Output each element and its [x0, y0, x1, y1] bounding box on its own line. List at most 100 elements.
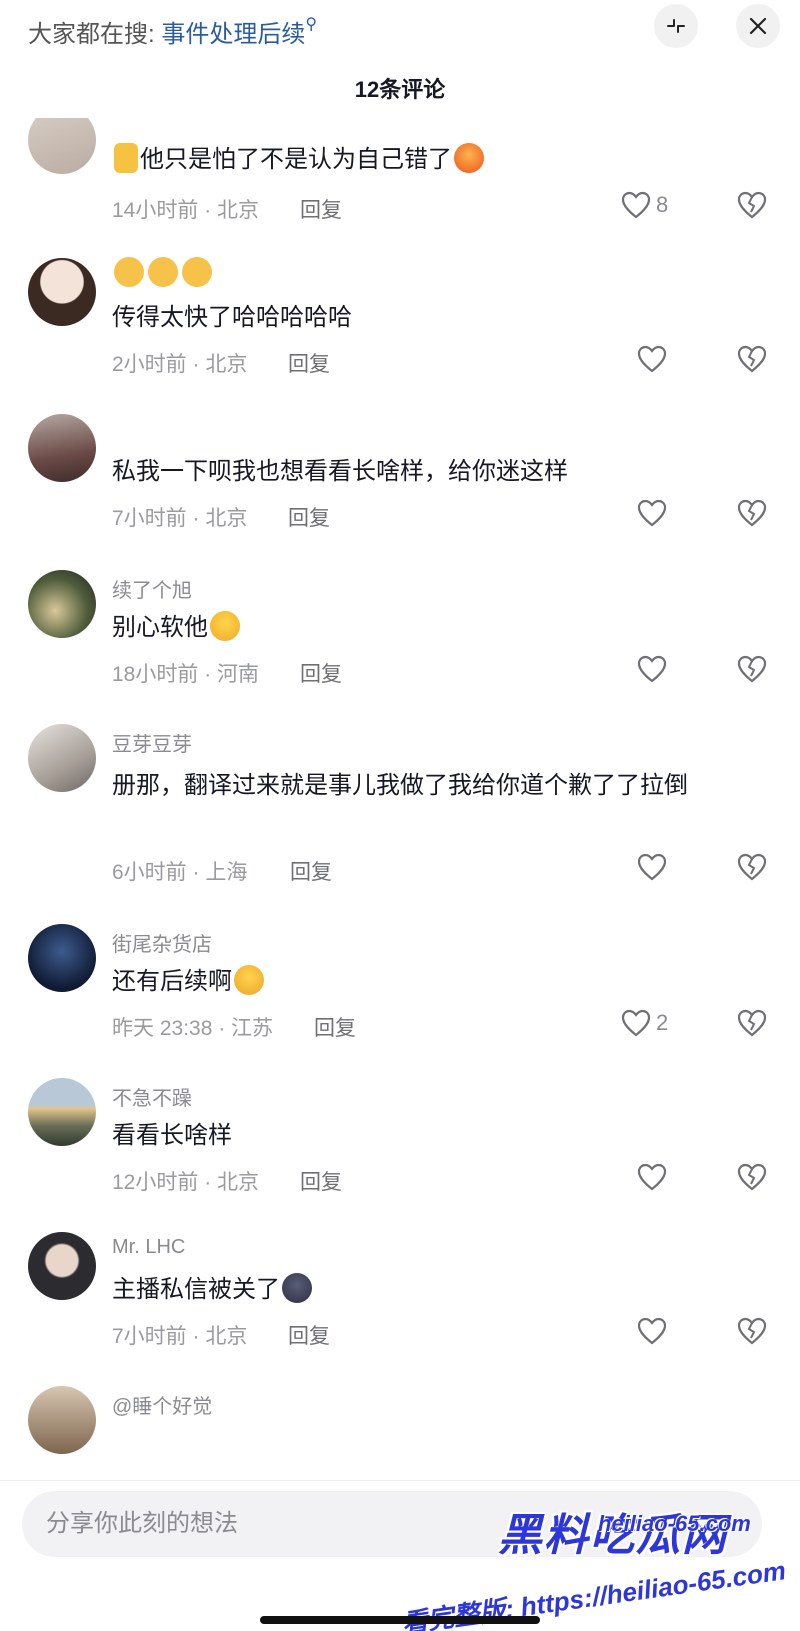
comment-text: 册那，翻译过来就是事儿我做了我给你道个歉了了拉倒: [112, 772, 688, 799]
reply-button[interactable]: 回复: [300, 194, 342, 224]
avatar[interactable]: [28, 924, 96, 992]
angry-face-icon: [454, 143, 484, 173]
comment-nickname[interactable]: 街尾杂货店: [112, 928, 212, 957]
comment-item: 他只是怕了不是认为自己错了 14小时前 · 北京 回复 8: [0, 118, 800, 268]
dislike-button[interactable]: [736, 498, 768, 533]
laughing-crying-icon: [210, 611, 240, 641]
like-button[interactable]: [636, 344, 668, 374]
broken-heart-icon: [737, 1317, 767, 1345]
avatar[interactable]: [28, 1232, 96, 1300]
broken-heart-icon: [737, 655, 767, 683]
like-button[interactable]: 2: [620, 1008, 668, 1038]
avatar[interactable]: [28, 1386, 96, 1454]
like-button[interactable]: 8: [620, 190, 668, 220]
comment-nickname[interactable]: 不急不躁: [112, 1082, 192, 1111]
heart-icon: [637, 655, 667, 683]
comment-item: 传得太快了哈哈哈哈哈 2小时前 · 北京 回复: [0, 256, 800, 406]
reply-button[interactable]: 回复: [300, 658, 342, 688]
like-button[interactable]: [636, 654, 668, 684]
avatar[interactable]: [28, 258, 96, 326]
reply-button[interactable]: 回复: [314, 1012, 356, 1042]
broken-heart-icon: [737, 499, 767, 527]
comment-meta: 2小时前 · 北京: [112, 353, 248, 376]
watermark-url: heiliao-65.com: [598, 1511, 751, 1536]
like-button[interactable]: [636, 1316, 668, 1346]
avatar[interactable]: [28, 414, 96, 482]
comment-meta: 18小时前 · 河南: [112, 663, 260, 686]
heart-icon: [637, 853, 667, 881]
like-button[interactable]: [636, 498, 668, 528]
comment-item: Mr. LHC 主播私信被关了 7小时前 · 北京 回复: [0, 1232, 800, 1382]
broken-heart-icon: [737, 1009, 767, 1037]
avatar[interactable]: [28, 570, 96, 638]
search-suggestion[interactable]: 大家都在搜: 事件处理后续⚲: [28, 14, 317, 49]
heart-icon: [637, 345, 667, 373]
comment-text: 传得太快了哈哈哈哈哈: [112, 304, 352, 331]
comment-meta: 7小时前 · 北京: [112, 507, 248, 530]
dislike-button[interactable]: [736, 1316, 768, 1351]
top-bar: 大家都在搜: 事件处理后续⚲: [0, 0, 800, 56]
heart-icon: [637, 1163, 667, 1191]
shocked-face-icon: [148, 257, 178, 287]
avatar[interactable]: [28, 1078, 96, 1146]
comment-text: 别心软他: [112, 610, 752, 646]
comment-item: @睡个好觉: [0, 1386, 800, 1478]
broken-heart-icon: [737, 853, 767, 881]
dislike-button[interactable]: [736, 190, 768, 225]
reply-button[interactable]: 回复: [290, 856, 332, 886]
comment-item: 街尾杂货店 还有后续啊 昨天 23:38 · 江苏 回复 2: [0, 924, 800, 1074]
comment-nickname[interactable]: 续了个旭: [112, 574, 192, 603]
dislike-button[interactable]: [736, 1008, 768, 1043]
comment-item: 不急不躁 看看长啥样 12小时前 · 北京 回复: [0, 1078, 800, 1228]
dislike-button[interactable]: [736, 1162, 768, 1197]
broken-heart-icon: [737, 191, 767, 219]
heart-icon: [621, 191, 651, 219]
broken-heart-icon: [737, 1163, 767, 1191]
reply-button[interactable]: 回复: [300, 1166, 342, 1196]
thinking-face-icon: [234, 965, 264, 995]
comment-item: 豆芽豆芽 册那，翻译过来就是事儿我做了我给你道个歉了了拉倒 6小时前 · 上海 …: [0, 724, 800, 920]
comment-count-title: 12条评论: [354, 77, 446, 102]
comment-meta: 6小时前 · 上海: [112, 861, 248, 884]
search-suggestion-prefix: 大家都在搜:: [28, 21, 155, 48]
close-button[interactable]: [736, 4, 780, 48]
heart-icon: [637, 1317, 667, 1345]
comment-nickname[interactable]: @睡个好觉: [112, 1390, 212, 1419]
dislike-button[interactable]: [736, 344, 768, 379]
like-button[interactable]: [636, 1162, 668, 1192]
search-icon: ⚲: [305, 16, 318, 33]
comment-meta: 昨天 23:38 · 江苏: [112, 1017, 274, 1040]
comment-text: 看看长啥样: [112, 1122, 232, 1149]
reply-button[interactable]: 回复: [288, 1320, 330, 1350]
comment-text-content: 他只是怕了不是认为自己错了: [140, 146, 452, 173]
like-count: 8: [656, 192, 669, 217]
comment-text-content: 主播私信被关了: [112, 1276, 280, 1303]
shocked-face-icon: [114, 257, 144, 287]
comment-text: 他只是怕了不是认为自己错了: [112, 142, 752, 178]
comment-text: 主播私信被关了: [112, 1272, 752, 1308]
collapse-icon: [667, 19, 685, 33]
heart-icon: [621, 1009, 651, 1037]
comment-nickname[interactable]: Mr. LHC: [112, 1236, 185, 1259]
avatar[interactable]: [28, 118, 96, 174]
dislike-button[interactable]: [736, 852, 768, 887]
comment-list[interactable]: 他只是怕了不是认为自己错了 14小时前 · 北京 回复 8 传得太快了哈哈哈哈哈…: [0, 118, 800, 1478]
comment-text: 私我一下呗我也想看看长啥样，给你迷这样: [112, 458, 568, 485]
thumbs-up-icon: [114, 143, 138, 173]
like-button[interactable]: [636, 852, 668, 882]
avatar[interactable]: [28, 724, 96, 792]
broken-heart-icon: [737, 345, 767, 373]
comment-text-content: 还有后续啊: [112, 968, 232, 995]
dislike-button[interactable]: [736, 654, 768, 689]
collapse-button[interactable]: [654, 4, 698, 48]
reply-button[interactable]: 回复: [288, 502, 330, 532]
comment-nickname[interactable]: 豆芽豆芽: [112, 728, 192, 757]
comment-meta: 7小时前 · 北京: [112, 1325, 248, 1348]
shocked-face-icon: [182, 257, 212, 287]
heart-icon: [637, 499, 667, 527]
comment-emoji-line: [112, 256, 752, 292]
home-indicator[interactable]: [260, 1616, 540, 1624]
comment-text-content: 别心软他: [112, 614, 208, 641]
reply-button[interactable]: 回复: [288, 348, 330, 378]
search-suggestion-keyword[interactable]: 事件处理后续: [161, 21, 305, 48]
